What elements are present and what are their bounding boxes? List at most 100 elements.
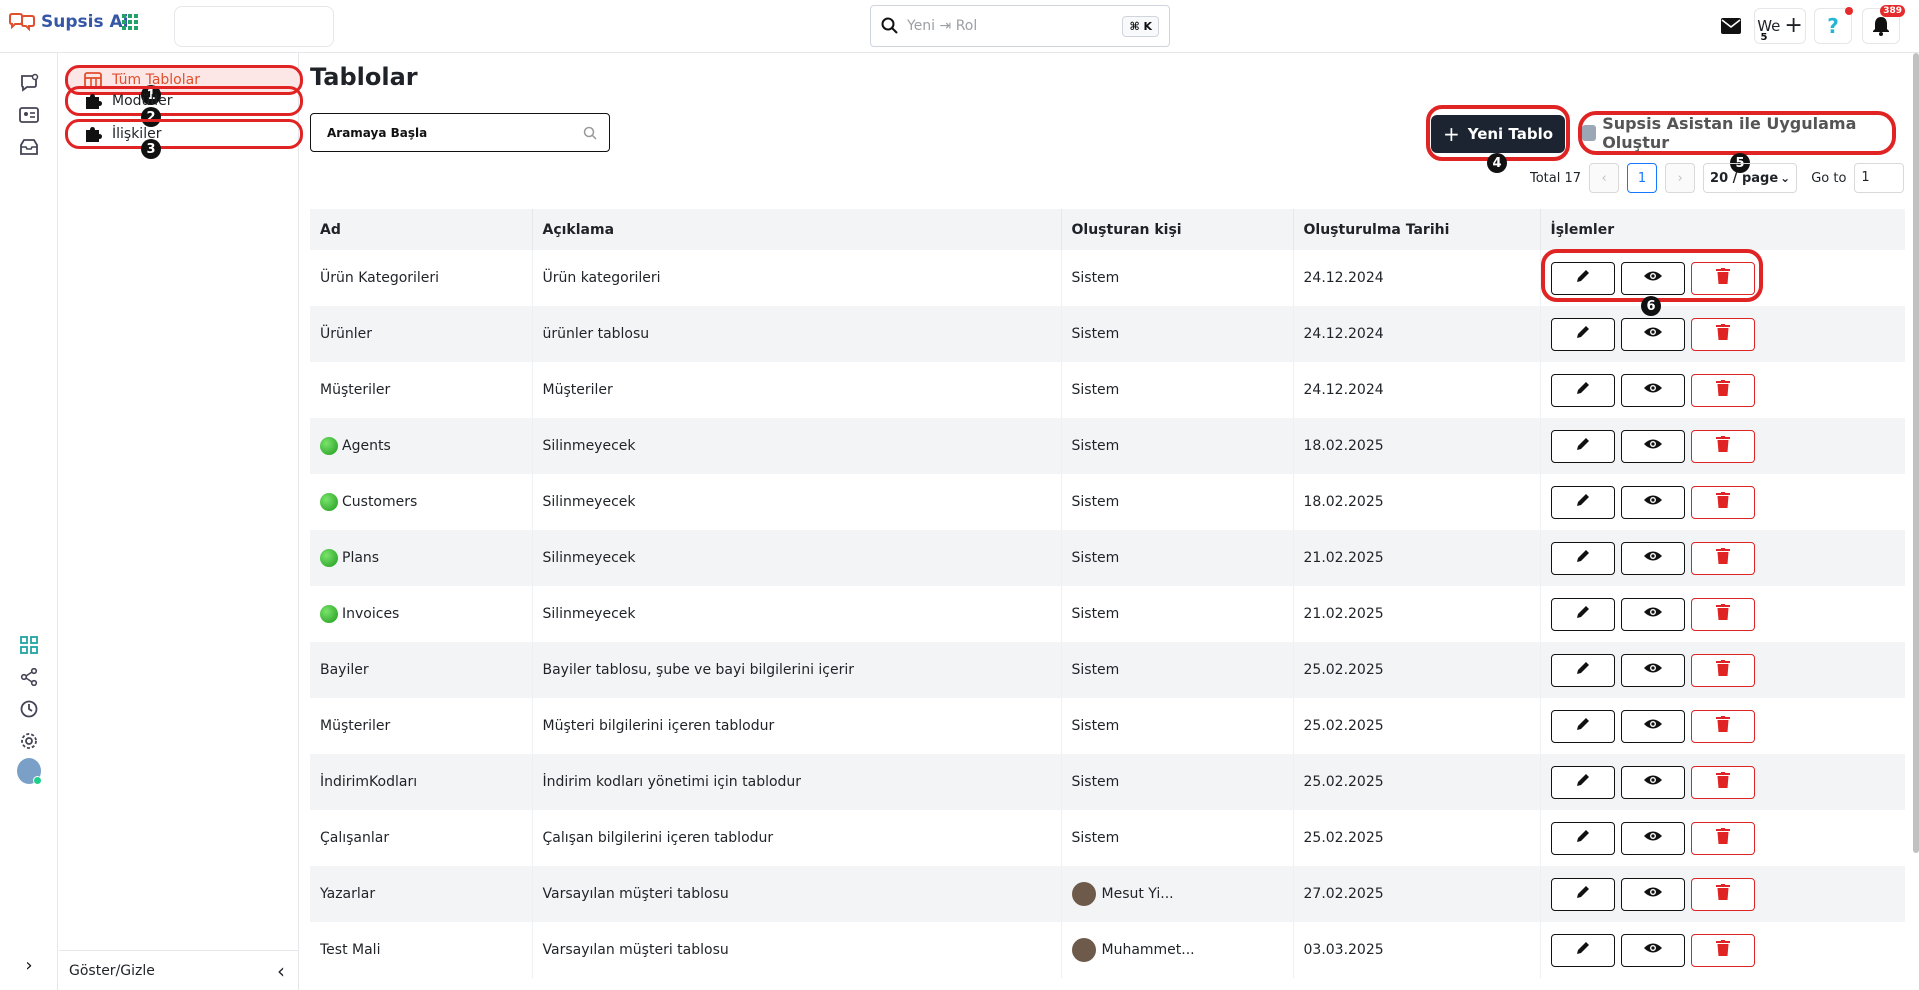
column-header-description[interactable]: Açıklama — [532, 209, 1062, 250]
apps-grid-icon[interactable] — [122, 14, 138, 30]
edit-button[interactable] — [1550, 933, 1615, 967]
table-row[interactable]: Bayiler Bayiler tablosu, şube ve bayi bil… — [310, 642, 1905, 698]
edit-button[interactable] — [1550, 765, 1615, 799]
table-row[interactable]: Müşteriler Müşteriler Sistem 24.12.2024 — [310, 362, 1905, 418]
view-button[interactable] — [1620, 765, 1685, 799]
gear-icon — [21, 733, 37, 749]
view-button[interactable] — [1620, 597, 1685, 631]
delete-button[interactable] — [1690, 709, 1755, 743]
delete-button[interactable] — [1690, 429, 1755, 463]
cell-actions — [1540, 698, 1905, 754]
delete-button[interactable] — [1690, 541, 1755, 575]
view-button[interactable] — [1620, 373, 1685, 407]
cell-description: Silinmeyecek — [532, 418, 1062, 474]
rail-profile[interactable] — [17, 758, 42, 785]
prev-page-button[interactable]: ‹ — [1589, 163, 1620, 193]
global-search-input[interactable]: Yeni ⇥ Rol — [907, 18, 1122, 34]
help-button[interactable]: ? — [1814, 7, 1853, 44]
edit-button[interactable] — [1550, 317, 1615, 351]
new-table-button[interactable]: + Yeni Tablo — [1431, 115, 1565, 153]
cell-description: İndirim kodları yönetimi için tablodur — [532, 754, 1062, 810]
icon-rail: › — [0, 53, 58, 990]
cell-actions — [1540, 586, 1905, 642]
page-size-select[interactable]: 20 / page ⌄ — [1703, 163, 1798, 193]
table-search-input[interactable]: Aramaya Başla — [327, 126, 583, 140]
assistant-create-app-button[interactable]: Supsis Asistan ile Uygulama Oluştur — [1578, 111, 1896, 155]
mail-button[interactable] — [1712, 8, 1750, 44]
puzzle-icon — [84, 91, 104, 111]
workspace-add-button[interactable]: We + 5 — [1754, 8, 1806, 44]
table-row[interactable]: Ürünler ürünler tablosu Sistem 24.12.2024 — [310, 306, 1905, 362]
table-row[interactable]: Invoices Silinmeyecek Sistem 21.02.2025 — [310, 586, 1905, 642]
view-button[interactable] — [1620, 709, 1685, 743]
sidebar-item-relations[interactable]: İlişkiler — [65, 119, 303, 149]
delete-button[interactable] — [1690, 877, 1755, 911]
edit-button[interactable] — [1550, 485, 1615, 519]
table-row[interactable]: Customers Silinmeyecek Sistem 18.02.2025 — [310, 474, 1905, 530]
table-row[interactable]: Çalışanlar Çalışan bilgilerini içeren tab… — [310, 810, 1905, 866]
table-row[interactable]: Plans Silinmeyecek Sistem 21.02.2025 — [310, 530, 1905, 586]
rail-contacts[interactable] — [17, 103, 41, 127]
view-button[interactable] — [1620, 821, 1685, 855]
table-row[interactable]: İndirimKodları İndirim kodları yönetimi i… — [310, 754, 1905, 810]
edit-button[interactable] — [1550, 597, 1615, 631]
rail-expand[interactable]: › — [17, 953, 41, 977]
table-row[interactable]: Test Mali Varsayılan müşteri tablosu Muham… — [310, 922, 1905, 978]
next-page-button[interactable]: › — [1665, 163, 1696, 193]
delete-button[interactable] — [1690, 653, 1755, 687]
eye-icon — [1643, 941, 1663, 959]
delete-button[interactable] — [1690, 765, 1755, 799]
edit-button[interactable] — [1550, 429, 1615, 463]
chevron-right-icon: › — [1677, 170, 1683, 186]
rail-settings[interactable] — [17, 729, 41, 753]
delete-button[interactable] — [1690, 821, 1755, 855]
edit-button[interactable] — [1550, 541, 1615, 575]
trash-icon — [1715, 492, 1730, 512]
view-button[interactable] — [1620, 317, 1685, 351]
edit-button[interactable] — [1550, 877, 1615, 911]
workspace-selector[interactable] — [174, 6, 334, 47]
rail-chat[interactable] — [17, 71, 41, 95]
goto-label: Go to — [1811, 170, 1847, 186]
delete-button[interactable] — [1690, 317, 1755, 351]
column-header-name[interactable]: Ad — [310, 209, 533, 250]
table-search[interactable]: Aramaya Başla — [310, 113, 610, 152]
edit-button[interactable] — [1550, 709, 1615, 743]
rail-inbox[interactable] — [17, 135, 41, 159]
sidebar-toggle[interactable]: Göster/Gizle ‹ — [59, 950, 299, 990]
cell-description: Müşteriler — [532, 362, 1062, 418]
global-search[interactable]: Yeni ⇥ Rol ⌘ K — [870, 5, 1170, 47]
rail-history[interactable] — [17, 697, 41, 721]
view-button[interactable] — [1620, 485, 1685, 519]
cell-actions — [1540, 306, 1905, 362]
table-row[interactable]: Müşteriler Müşteri bilgilerini içeren tab… — [310, 698, 1905, 754]
view-button[interactable] — [1620, 429, 1685, 463]
edit-button[interactable] — [1550, 821, 1615, 855]
column-header-created-date[interactable]: Oluşturulma Tarihi — [1293, 209, 1541, 250]
brand[interactable]: Supsis Ai — [8, 12, 128, 32]
column-header-creator[interactable]: Oluşturan kişi — [1061, 209, 1294, 250]
view-button[interactable] — [1620, 541, 1685, 575]
rail-dashboard[interactable] — [17, 633, 41, 657]
edit-button[interactable] — [1550, 373, 1615, 407]
goto-input[interactable]: 1 — [1854, 163, 1905, 193]
view-button[interactable] — [1620, 653, 1685, 687]
edit-button[interactable] — [1550, 653, 1615, 687]
sidebar-item-modules[interactable]: Modüller — [65, 86, 303, 116]
current-page[interactable]: 1 — [1627, 163, 1658, 193]
table-row[interactable]: Yazarlar Varsayılan müşteri tablosu Mesut … — [310, 866, 1905, 922]
brand-name: Supsis Ai — [41, 12, 129, 32]
view-button[interactable] — [1620, 933, 1685, 967]
delete-button[interactable] — [1690, 485, 1755, 519]
delete-button[interactable] — [1690, 597, 1755, 631]
delete-button[interactable] — [1690, 933, 1755, 967]
cell-name-text: Yazarlar — [320, 886, 376, 902]
table-row[interactable]: Agents Silinmeyecek Sistem 18.02.2025 — [310, 418, 1905, 474]
rail-share[interactable] — [17, 665, 41, 689]
view-button[interactable] — [1620, 877, 1685, 911]
notifications-button[interactable]: 389 — [1862, 5, 1905, 44]
scrollbar[interactable] — [1913, 53, 1919, 853]
cell-name: Ürün Kategorileri — [310, 250, 533, 306]
delete-button[interactable] — [1690, 373, 1755, 407]
share-icon — [20, 668, 38, 686]
